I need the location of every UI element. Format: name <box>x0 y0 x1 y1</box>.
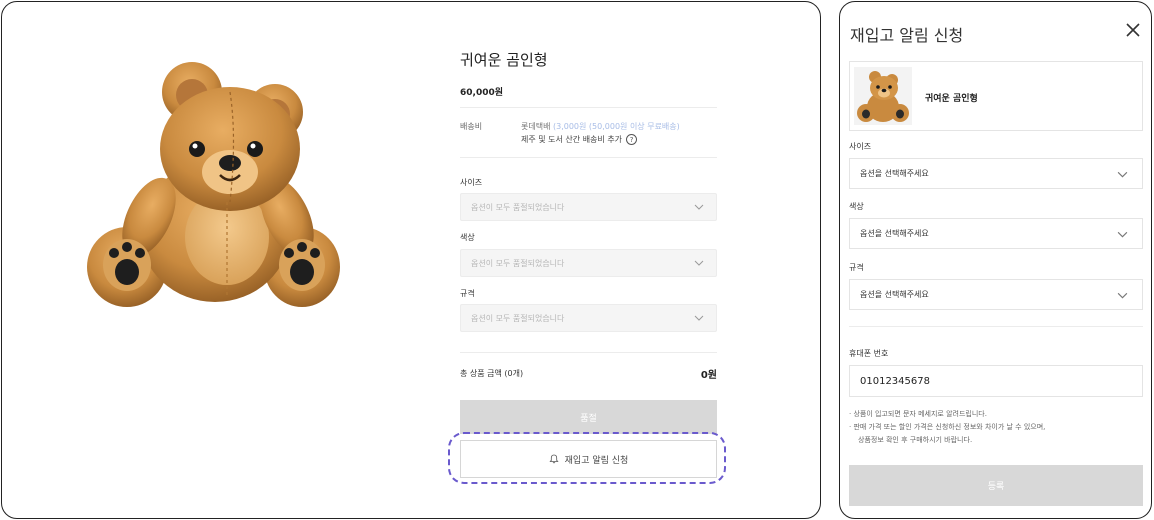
option-label-spec: 규격 <box>460 289 475 298</box>
notice-item: · 상품이 입고되면 문자 메세지로 알려드립니다. <box>849 410 987 418</box>
product-image <box>87 57 342 317</box>
option-select-placeholder: 옵션이 모두 품절되었습니다 <box>471 258 565 268</box>
modal-title: 재입고 알림 신청 <box>850 26 964 45</box>
product-price: 60,000원 <box>460 88 504 98</box>
total-value: 0원 <box>700 370 717 381</box>
phone-label: 휴대폰 번호 <box>849 349 889 358</box>
register-button[interactable]: 등록 <box>849 465 1143 506</box>
chevron-down-icon <box>694 260 704 266</box>
shipping-extra: 제주 및 도서 산간 배송비 추가 ? <box>521 134 638 145</box>
modal-option-label-spec: 규격 <box>849 263 864 272</box>
modal-option-select-spec[interactable]: 옵션을 선택해주세요 <box>849 279 1143 310</box>
modal-option-select-value: 옵션을 선택해주세요 <box>860 290 929 299</box>
teddy-bear-image <box>87 62 340 307</box>
chevron-down-icon <box>694 204 704 210</box>
shipping-condition: (3,000원 (50,000원 이상 무료배송) <box>553 122 680 131</box>
option-select-size[interactable]: 옵션이 모두 품절되었습니다 <box>460 193 717 221</box>
modal-product-name: 귀여운 곰인형 <box>925 94 978 104</box>
shipping-carrier: 롯데택배 (3,000원 (50,000원 이상 무료배송) <box>521 121 680 132</box>
chevron-down-icon <box>694 315 704 321</box>
notice-item: · 판매 가격 또는 할인 가격은 신청하신 정보와 차이가 날 수 있으며, <box>849 423 1046 431</box>
modal-option-select-size[interactable]: 옵션을 선택해주세요 <box>849 158 1143 189</box>
modal-option-label-size: 사이즈 <box>849 142 872 151</box>
option-label-color: 색상 <box>460 233 475 242</box>
option-select-spec[interactable]: 옵션이 모두 품절되었습니다 <box>460 304 717 332</box>
modal-option-select-value: 옵션을 선택해주세요 <box>860 229 929 238</box>
option-select-placeholder: 옵션이 모두 품절되었습니다 <box>471 202 565 212</box>
shipping-carrier-name: 롯데택배 <box>521 122 551 131</box>
divider <box>849 326 1143 327</box>
modal-option-label-color: 색상 <box>849 202 864 211</box>
sold-out-button[interactable]: 품절 <box>460 400 717 434</box>
chevron-down-icon <box>1117 231 1128 238</box>
phone-input[interactable]: 01012345678 <box>849 365 1143 397</box>
product-detail-panel: 귀여운 곰인형 60,000원 배송비 롯데택배 (3,000원 (50,000… <box>1 1 821 519</box>
modal-option-select-color[interactable]: 옵션을 선택해주세요 <box>849 218 1143 249</box>
product-title: 귀여운 곰인형 <box>460 51 548 69</box>
teddy-bear-thumbnail <box>857 71 909 122</box>
question-circle-icon[interactable]: ? <box>626 134 638 145</box>
restock-modal: 재입고 알림 신청 귀여운 곰인형 사이즈 옵션을 선택해주세요 색상 옵션을 … <box>839 1 1152 519</box>
close-icon[interactable] <box>1125 22 1141 38</box>
restock-request-label: 재입고 알림 신청 <box>564 455 629 466</box>
notice-item: 상품정보 확인 후 구매하시기 바랍니다. <box>858 436 973 444</box>
restock-request-button[interactable]: 재입고 알림 신청 <box>460 440 717 478</box>
bell-icon <box>549 454 559 464</box>
shipping-label: 배송비 <box>460 122 483 131</box>
option-label-size: 사이즈 <box>460 178 483 187</box>
option-select-placeholder: 옵션이 모두 품절되었습니다 <box>471 313 565 323</box>
divider <box>460 107 717 108</box>
option-select-color[interactable]: 옵션이 모두 품절되었습니다 <box>460 249 717 277</box>
modal-product-card: 귀여운 곰인형 <box>849 61 1143 131</box>
shipping-extra-text: 제주 및 도서 산간 배송비 추가 <box>521 135 623 144</box>
chevron-down-icon <box>1117 171 1128 178</box>
notice-list: · 상품이 입고되면 문자 메세지로 알려드립니다. · 판매 가격 또는 할인… <box>849 408 1143 447</box>
chevron-down-icon <box>1117 292 1128 299</box>
modal-option-select-value: 옵션을 선택해주세요 <box>860 169 929 178</box>
divider <box>460 352 717 353</box>
product-thumbnail <box>854 67 912 125</box>
divider <box>460 157 717 158</box>
total-label: 총 상품 금액 (0개) <box>460 369 524 378</box>
